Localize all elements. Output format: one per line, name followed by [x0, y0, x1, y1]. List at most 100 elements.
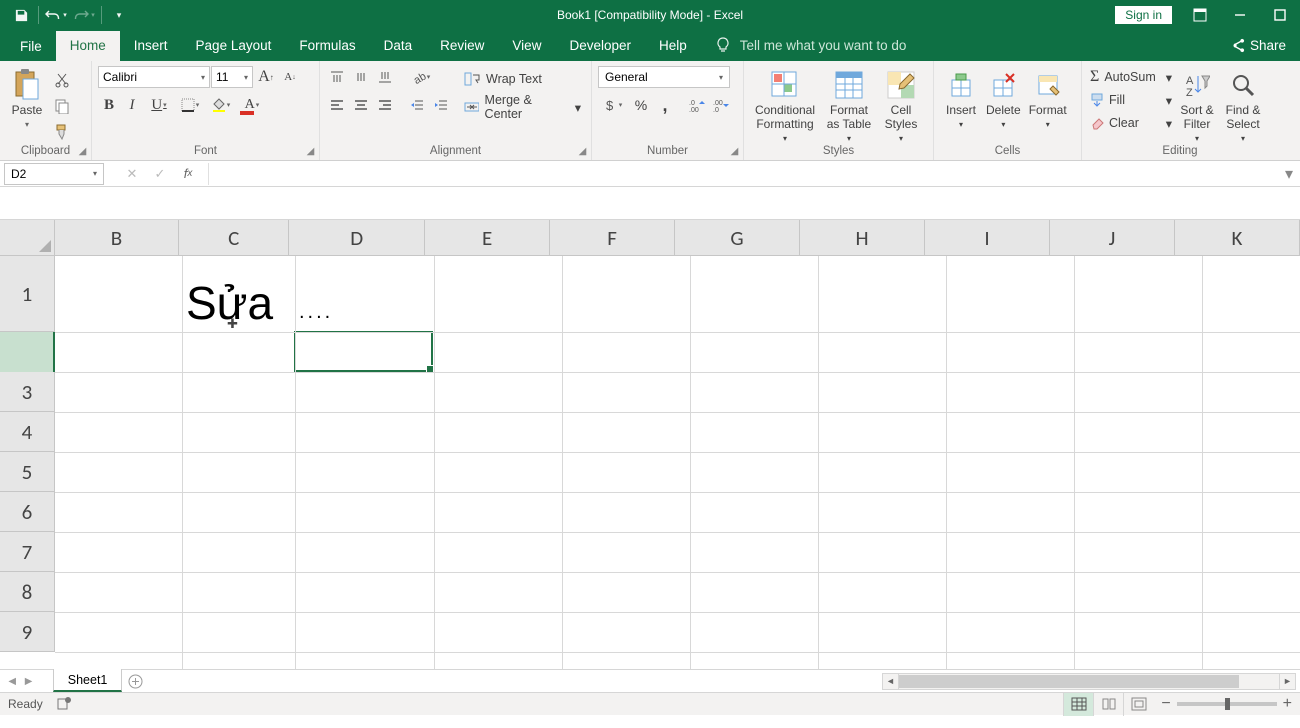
alignment-launcher-icon[interactable]: ◢: [576, 145, 589, 158]
format-as-table-button[interactable]: Format as Table▾: [820, 66, 878, 145]
row-headers[interactable]: 123456789: [0, 256, 55, 652]
new-sheet-icon[interactable]: [122, 670, 148, 692]
underline-button[interactable]: U▾: [144, 94, 174, 116]
percent-format-icon[interactable]: %: [630, 94, 652, 116]
format-painter-icon[interactable]: [50, 121, 74, 143]
clear-button[interactable]: Clear▾: [1088, 112, 1174, 134]
col-header-I[interactable]: I: [925, 220, 1050, 255]
zoom-slider[interactable]: [1177, 702, 1277, 706]
autosum-button[interactable]: ΣAutoSum▾: [1088, 66, 1174, 88]
number-format-select[interactable]: General▾: [598, 66, 730, 88]
font-name-select[interactable]: Calibri▾: [98, 66, 210, 88]
tab-file[interactable]: File: [6, 32, 56, 61]
col-header-E[interactable]: E: [425, 220, 550, 255]
scroll-thumb[interactable]: [899, 675, 1239, 688]
row-header-1[interactable]: 1: [0, 256, 54, 332]
scroll-left-icon[interactable]: ◄: [882, 673, 899, 690]
col-header-J[interactable]: J: [1050, 220, 1175, 255]
tab-help[interactable]: Help: [645, 31, 701, 61]
accounting-format-icon[interactable]: $▾: [598, 94, 628, 116]
cell-c1[interactable]: Sửa: [182, 256, 295, 332]
font-size-select[interactable]: 11▾: [211, 66, 253, 88]
horizontal-scrollbar[interactable]: ◄ ►: [882, 673, 1296, 690]
decrease-font-icon[interactable]: A↓: [279, 66, 301, 88]
minimize-icon[interactable]: [1220, 0, 1260, 30]
font-color-icon[interactable]: A▾: [237, 94, 267, 116]
align-left-icon[interactable]: [326, 94, 348, 116]
tab-formulas[interactable]: Formulas: [285, 31, 369, 61]
orientation-icon[interactable]: ab▾: [406, 66, 436, 88]
tab-review[interactable]: Review: [426, 31, 498, 61]
undo-icon[interactable]: ▾: [43, 2, 69, 28]
sheet-nav[interactable]: ◄►: [0, 670, 41, 692]
col-header-D[interactable]: D: [289, 220, 425, 255]
sign-in-button[interactable]: Sign in: [1115, 6, 1172, 24]
align-top-icon[interactable]: [326, 66, 348, 88]
decrease-indent-icon[interactable]: [406, 94, 428, 116]
border-icon[interactable]: ▾: [175, 94, 205, 116]
col-header-F[interactable]: F: [550, 220, 675, 255]
delete-cells-button[interactable]: Delete▾: [982, 66, 1025, 131]
name-box[interactable]: D2▾: [4, 163, 104, 185]
page-layout-view-icon[interactable]: [1093, 693, 1123, 716]
ribbon-options-icon[interactable]: [1180, 0, 1220, 30]
share-button[interactable]: Share: [1216, 31, 1300, 61]
align-center-icon[interactable]: [350, 94, 372, 116]
font-launcher-icon[interactable]: ◢: [304, 145, 317, 158]
cut-icon[interactable]: [50, 69, 74, 91]
zoom-in-icon[interactable]: +: [1283, 695, 1292, 713]
find-select-button[interactable]: Find & Select▾: [1220, 66, 1266, 145]
row-header-3[interactable]: 3: [0, 372, 54, 412]
tell-me-search[interactable]: Tell me what you want to do: [701, 30, 921, 61]
row-header-8[interactable]: 8: [0, 572, 54, 612]
row-header-7[interactable]: 7: [0, 532, 54, 572]
tab-data[interactable]: Data: [370, 31, 427, 61]
increase-font-icon[interactable]: A↑: [255, 66, 277, 88]
column-headers[interactable]: BCDEFGHIJK: [55, 220, 1300, 256]
format-cells-button[interactable]: Format▾: [1025, 66, 1071, 131]
spreadsheet-grid[interactable]: BCDEFGHIJK 123456789 Sửa .... ✚: [0, 220, 1300, 669]
increase-indent-icon[interactable]: [430, 94, 452, 116]
insert-function-icon[interactable]: fx: [174, 163, 202, 185]
tab-page-layout[interactable]: Page Layout: [182, 31, 286, 61]
fill-color-icon[interactable]: ▾: [206, 94, 236, 116]
wrap-text-button[interactable]: Wrap Text: [460, 66, 585, 92]
tab-insert[interactable]: Insert: [120, 31, 182, 61]
macro-record-icon[interactable]: [57, 696, 71, 713]
cells-area[interactable]: Sửa .... ✚: [55, 256, 1300, 669]
tab-developer[interactable]: Developer: [555, 31, 645, 61]
normal-view-icon[interactable]: [1063, 693, 1093, 716]
save-icon[interactable]: [8, 2, 34, 28]
merge-center-button[interactable]: Merge & Center▾: [460, 94, 585, 120]
col-header-K[interactable]: K: [1175, 220, 1300, 255]
row-header-5[interactable]: 5: [0, 452, 54, 492]
scroll-right-icon[interactable]: ►: [1279, 673, 1296, 690]
col-header-C[interactable]: C: [179, 220, 289, 255]
col-header-B[interactable]: B: [55, 220, 179, 255]
zoom-out-icon[interactable]: −: [1161, 695, 1170, 713]
page-break-view-icon[interactable]: [1123, 693, 1153, 716]
formula-bar[interactable]: [208, 163, 1278, 185]
clipboard-launcher-icon[interactable]: ◢: [76, 145, 89, 158]
align-right-icon[interactable]: [374, 94, 396, 116]
align-middle-icon[interactable]: [350, 66, 372, 88]
fill-button[interactable]: Fill▾: [1088, 89, 1174, 111]
row-header-4[interactable]: 4: [0, 412, 54, 452]
cell-styles-button[interactable]: Cell Styles▾: [878, 66, 924, 145]
comma-format-icon[interactable]: ,: [654, 94, 676, 116]
increase-decimal-icon[interactable]: .0.00: [686, 94, 708, 116]
paste-button[interactable]: Paste ▾: [6, 66, 48, 131]
maximize-icon[interactable]: [1260, 0, 1300, 30]
cell-d1[interactable]: ....: [295, 256, 434, 332]
conditional-formatting-button[interactable]: Conditional Formatting▾: [750, 66, 820, 145]
insert-cells-button[interactable]: Insert▾: [940, 66, 982, 131]
col-header-H[interactable]: H: [800, 220, 925, 255]
tab-home[interactable]: Home: [56, 31, 120, 61]
bold-button[interactable]: B: [98, 94, 120, 116]
sort-filter-button[interactable]: AZ Sort & Filter▾: [1174, 66, 1220, 145]
number-launcher-icon[interactable]: ◢: [728, 145, 741, 158]
col-header-G[interactable]: G: [675, 220, 800, 255]
sheet-tab-sheet1[interactable]: Sheet1: [53, 669, 123, 692]
tab-view[interactable]: View: [498, 31, 555, 61]
align-bottom-icon[interactable]: [374, 66, 396, 88]
